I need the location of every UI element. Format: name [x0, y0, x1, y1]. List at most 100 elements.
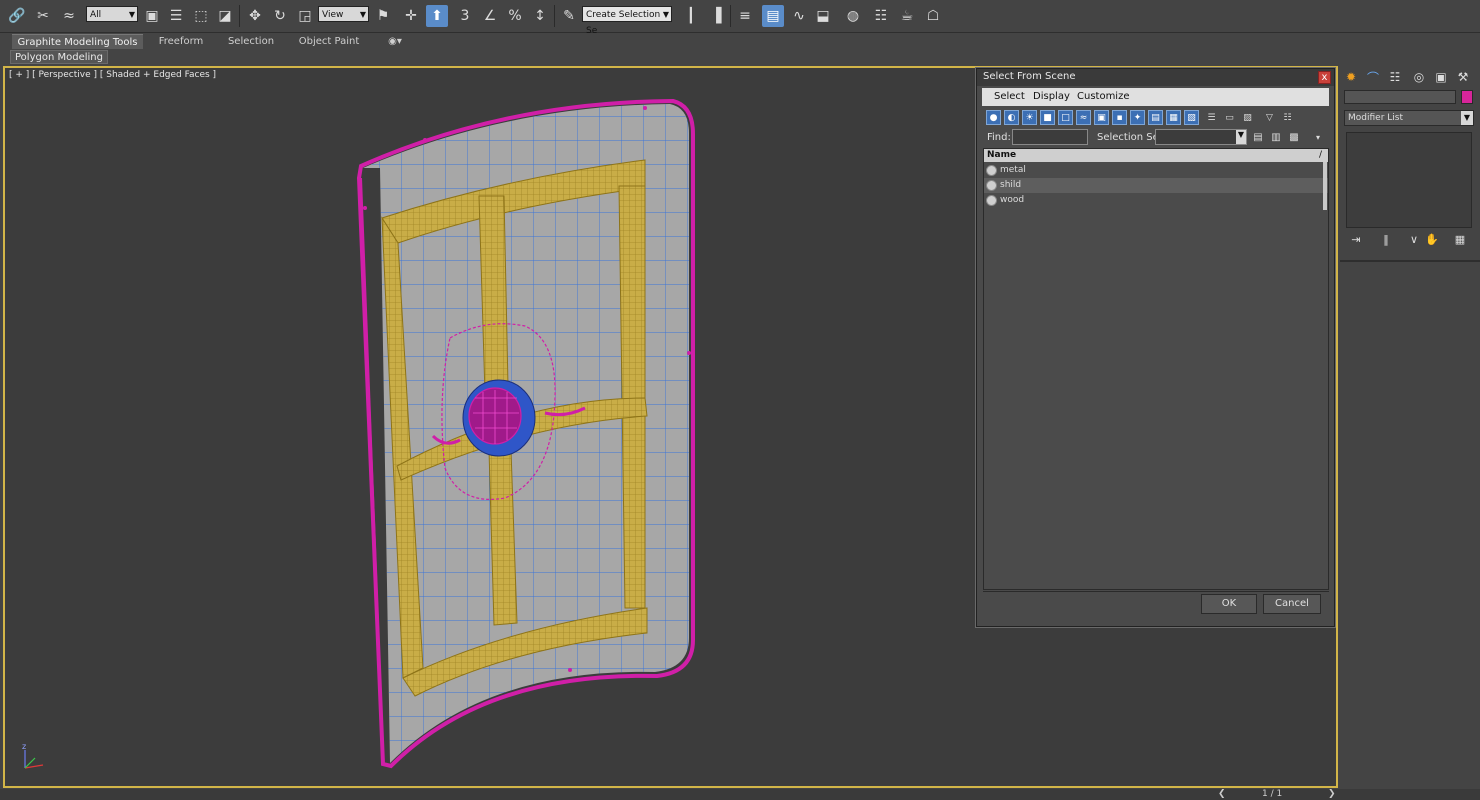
pivot-center-icon[interactable]: ⚑	[372, 5, 394, 27]
ribbon-options-icon[interactable]: ◉▾	[384, 34, 406, 49]
chevron-down-icon: ▼	[662, 10, 669, 19]
snap-toggle-icon[interactable]: 3	[454, 5, 476, 27]
display-cameras-icon[interactable]: ■	[1040, 110, 1055, 125]
named-selection-sets-dropdown[interactable]: Create Selection Se ▼	[582, 6, 672, 36]
make-unique-icon[interactable]: ∨	[1406, 232, 1422, 246]
menu-customize[interactable]: Customize	[1077, 91, 1130, 102]
add-selection-set-icon[interactable]: ▤	[1251, 130, 1265, 144]
material-editor-icon[interactable]: ◍	[842, 5, 864, 27]
unlink-icon[interactable]: ✂	[32, 5, 54, 27]
cancel-button[interactable]: Cancel	[1263, 594, 1321, 614]
move-icon[interactable]: ✥	[244, 5, 266, 27]
display-xrefs-icon[interactable]: ▪	[1112, 110, 1127, 125]
rotate-icon[interactable]: ↻	[269, 5, 291, 27]
reference-coordinate-dropdown[interactable]: View ▼	[318, 6, 369, 22]
mirror-icon[interactable]: ┃	[680, 5, 702, 27]
scrollbar[interactable]	[1323, 162, 1327, 210]
select-object-icon[interactable]: ▣	[141, 5, 163, 27]
object-color-swatch[interactable]	[1461, 90, 1473, 104]
list-item[interactable]: metal	[984, 163, 1328, 178]
menu-select[interactable]: Select	[994, 91, 1025, 102]
pin-stack-icon[interactable]: ⇥	[1348, 232, 1364, 246]
polygon-modeling-panel[interactable]: Polygon Modeling	[10, 50, 108, 64]
scene-object-list[interactable]: Name / metal shild wood	[983, 148, 1329, 590]
display-space-warps-icon[interactable]: ≈	[1076, 110, 1091, 125]
scale-icon[interactable]: ◲	[294, 5, 316, 27]
display-hidden-icon[interactable]: ▧	[1184, 110, 1199, 125]
tab-selection[interactable]: Selection	[222, 34, 280, 49]
find-input[interactable]	[1012, 129, 1088, 145]
render-setup-icon[interactable]: ☷	[870, 5, 892, 27]
link-icon[interactable]: 🔗	[6, 5, 28, 27]
curve-editor-icon[interactable]: ∿	[788, 5, 810, 27]
chevron-down-icon: ▼	[1236, 130, 1246, 144]
selection-filter-value: All	[90, 10, 102, 20]
chevron-down-icon: ▼	[359, 10, 366, 19]
modifier-stack[interactable]	[1346, 132, 1472, 228]
select-all-icon[interactable]: ☰	[1204, 110, 1219, 125]
bind-space-warp-icon[interactable]: ≈	[58, 5, 80, 27]
select-none-icon[interactable]: ▭	[1222, 110, 1237, 125]
time-slider[interactable]: ❮ 1 / 1 ❯	[0, 789, 1480, 800]
display-bones-icon[interactable]: ✦	[1130, 110, 1145, 125]
rectangular-selection-icon[interactable]: ⬚	[190, 5, 212, 27]
utilities-tab-icon[interactable]: ⚒	[1454, 68, 1472, 86]
previous-frame-icon[interactable]: ❮	[1218, 789, 1226, 800]
create-tab-icon[interactable]: ✹	[1342, 68, 1360, 86]
angle-snap-icon[interactable]: ∠	[479, 5, 501, 27]
display-geometry-icon[interactable]: ●	[986, 110, 1001, 125]
geometry-icon	[986, 195, 997, 206]
list-item[interactable]: shild	[984, 178, 1328, 193]
configure-modifier-sets-icon[interactable]: ▦	[1452, 232, 1468, 246]
dialog-footer-divider	[983, 591, 1329, 592]
tab-freeform[interactable]: Freeform	[150, 34, 212, 49]
display-groups-icon[interactable]: ▣	[1094, 110, 1109, 125]
keyboard-shortcut-override-icon[interactable]: ⬆	[426, 5, 448, 27]
edit-selection-set-icon[interactable]: ▥	[1269, 130, 1283, 144]
render-production-icon[interactable]: ☖	[922, 5, 944, 27]
display-tab-icon[interactable]: ▣	[1432, 68, 1450, 86]
remove-modifier-icon[interactable]: ✋	[1424, 232, 1440, 246]
display-helpers-icon[interactable]: □	[1058, 110, 1073, 125]
layer-manager-icon[interactable]: ≡	[734, 5, 756, 27]
close-icon[interactable]: x	[1318, 71, 1331, 84]
edit-named-selection-icon[interactable]: ✎	[558, 5, 580, 27]
modifier-list-dropdown[interactable]: Modifier List ▼	[1344, 110, 1474, 126]
selection-filter-dropdown[interactable]: All ▼	[86, 6, 138, 22]
motion-tab-icon[interactable]: ◎	[1410, 68, 1428, 86]
display-containers-icon[interactable]: ▤	[1148, 110, 1163, 125]
display-lights-icon[interactable]: ☀	[1022, 110, 1037, 125]
name-column-header[interactable]: Name /	[984, 149, 1328, 162]
ok-button[interactable]: OK	[1201, 594, 1257, 614]
window-crossing-icon[interactable]: ◪	[214, 5, 236, 27]
dialog-titlebar[interactable]: Select From Scene x	[977, 69, 1334, 86]
select-invert-icon[interactable]: ▨	[1240, 110, 1255, 125]
tab-graphite-modeling-tools[interactable]: Graphite Modeling Tools	[12, 34, 143, 49]
filter-icon[interactable]: ▽	[1262, 110, 1277, 125]
selection-set-dropdown[interactable]: ▼	[1155, 129, 1247, 145]
dialog-filter-toolbar: ● ◐ ☀ ■ □ ≈ ▣ ▪ ✦ ▤ ▦ ▧ ☰ ▭ ▨ ▽ ☷	[982, 107, 1329, 129]
select-manipulate-icon[interactable]: ✛	[400, 5, 422, 27]
show-end-result-icon[interactable]: ‖	[1378, 232, 1394, 246]
scene-explorer-icon[interactable]: ▤	[762, 5, 784, 27]
percent-snap-icon[interactable]: %	[504, 5, 526, 27]
object-name-field[interactable]	[1344, 90, 1456, 104]
list-item[interactable]: wood	[984, 193, 1328, 208]
modify-tab-icon[interactable]: ⌒	[1364, 68, 1382, 86]
main-toolbar: 🔗 ✂ ≈ All ▼ ▣ ☰ ⬚ ◪ ✥ ↻ ◲ View ▼ ⚑ ✛ ⬆ 3…	[0, 0, 1480, 36]
next-frame-icon[interactable]: ❯	[1328, 789, 1336, 800]
hierarchy-icon[interactable]: ☷	[1280, 110, 1295, 125]
display-shapes-icon[interactable]: ◐	[1004, 110, 1019, 125]
schematic-view-icon[interactable]: ⬓	[812, 5, 834, 27]
hierarchy-tab-icon[interactable]: ☷	[1386, 68, 1404, 86]
tab-object-paint[interactable]: Object Paint	[295, 34, 363, 49]
sort-indicator-icon: /	[1318, 150, 1322, 160]
rendered-frame-window-icon[interactable]: ☕	[896, 5, 918, 27]
options-chevron-down-icon[interactable]: ▾	[1311, 130, 1325, 144]
select-by-name-icon[interactable]: ☰	[165, 5, 187, 27]
align-icon[interactable]: ▐	[705, 5, 727, 27]
menu-display[interactable]: Display	[1033, 91, 1070, 102]
display-frozen-icon[interactable]: ▦	[1166, 110, 1181, 125]
delete-selection-set-icon[interactable]: ▩	[1287, 130, 1301, 144]
spinner-snap-icon[interactable]: ↕	[529, 5, 551, 27]
